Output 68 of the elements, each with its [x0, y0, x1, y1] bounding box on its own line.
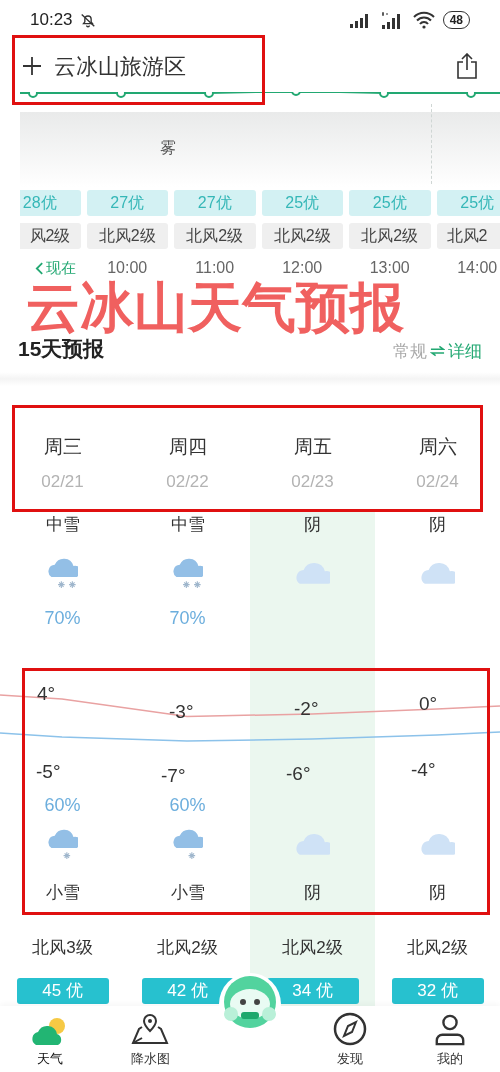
person-icon[interactable]: [433, 1012, 467, 1047]
aqi-chip: 25优: [349, 190, 431, 216]
aqi-chip: 27优: [174, 190, 256, 216]
weather-label: 中雪: [45, 514, 80, 536]
wind-chip: 北风2级: [86, 223, 168, 249]
hour-label: 12:00: [282, 258, 323, 277]
hour-label: 11:00: [195, 258, 235, 277]
date-label: 02/21: [41, 471, 84, 493]
wind-label: 北风2级: [407, 937, 468, 959]
tab-label[interactable]: 发现: [337, 1048, 363, 1068]
high-temperature: 0°: [419, 692, 438, 716]
overlay-title: 云冰山天气预报: [26, 280, 404, 334]
wind-chip: 北风2级: [349, 223, 431, 249]
weather-label: 小雪: [170, 882, 205, 904]
add-icon[interactable]: [22, 56, 42, 76]
wind-chip: 北风2: [436, 223, 500, 249]
aqi-badge: 32 优: [391, 978, 484, 1004]
weather-label: 阴: [304, 514, 321, 536]
weather-label: 中雪: [170, 514, 205, 536]
section-title: 15天预报: [18, 335, 105, 362]
high-temperature: -2°: [294, 697, 319, 721]
low-temperature: -4°: [411, 758, 436, 782]
high-temperature: -3°: [169, 699, 194, 724]
weekday-label: 周四: [168, 435, 207, 459]
weekday-label: 周三: [43, 435, 82, 459]
wind-chip: 北风2级: [261, 223, 343, 249]
share-icon[interactable]: [456, 53, 478, 79]
aqi-chip: 27优: [86, 190, 168, 216]
wind-chip: 风2级: [20, 223, 81, 249]
aqi-chip: 28优: [20, 190, 81, 216]
wind-label: 北风3级: [32, 937, 93, 959]
weather-label: 雾: [160, 138, 176, 158]
compass-icon[interactable]: [332, 1010, 368, 1047]
chevron-left-icon[interactable]: [34, 261, 44, 275]
aqi-chip: 25优: [261, 190, 343, 216]
high-temperature: 4°: [37, 682, 56, 706]
date-label: 02/22: [166, 471, 209, 493]
precipitation-label: 70%: [44, 606, 81, 630]
aqi-badge: 45 优: [16, 978, 109, 1004]
precipitation-label: 60%: [44, 793, 81, 817]
aqi-chip: 25优: [436, 190, 500, 216]
low-temperature: -6°: [286, 762, 311, 786]
hour-label: 13:00: [369, 258, 410, 277]
status-time: 10:23: [30, 9, 73, 32]
hour-label: 10:00: [107, 258, 148, 277]
wind-label: 北风2级: [157, 937, 218, 959]
weather-label: 小雪: [45, 882, 80, 904]
weather-label: 阴: [429, 882, 446, 904]
tab-label[interactable]: 降水图: [130, 1048, 170, 1068]
precipitation-label: 70%: [169, 606, 206, 630]
weather-label: 阴: [429, 514, 446, 536]
wind-label: 北风2级: [282, 937, 343, 959]
weekday-label: 周五: [293, 435, 332, 459]
map-pin-icon[interactable]: [130, 1012, 170, 1047]
weather-label: 阴: [304, 882, 321, 904]
tab-label[interactable]: 我的: [437, 1048, 463, 1068]
location-title[interactable]: 云冰山旅游区: [54, 49, 186, 83]
low-temperature: -7°: [161, 764, 186, 788]
hour-label: 14:00: [457, 258, 498, 277]
low-temperature: -5°: [36, 760, 61, 784]
tab-label[interactable]: 天气: [37, 1048, 63, 1068]
date-label: 02/24: [416, 471, 459, 493]
precipitation-label: 60%: [169, 793, 206, 817]
weekday-label: 周六: [418, 435, 457, 459]
wind-chip: 北风2级: [174, 223, 256, 249]
swap-icon[interactable]: [430, 345, 445, 358]
date-label: 02/23: [291, 471, 334, 493]
wifi-icon: [412, 11, 435, 29]
